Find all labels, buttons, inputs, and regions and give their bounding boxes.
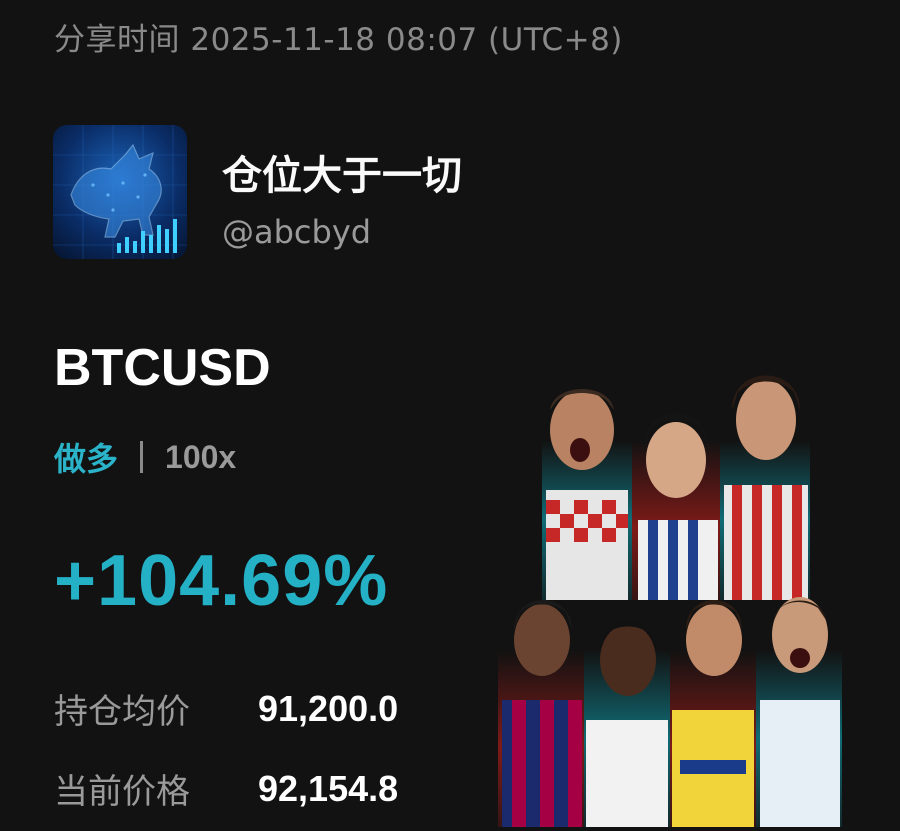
profile-name: 仓位大于一切 [222,153,462,199]
stat-row-avg-price: 持仓均价 91,200.0 [54,684,398,733]
stat-label: 当前价格 [54,772,190,812]
stat-value: 92,154.8 [258,767,399,809]
avatar [53,125,187,259]
stat-label: 持仓均价 [54,692,190,732]
profile-handle: @abcbyd [222,213,372,251]
trading-symbol: BTCUSD [54,339,271,397]
football-players-collage-image [488,290,900,827]
promo-image [488,290,900,827]
leverage-value: 100x [165,438,237,475]
share-time: 分享时间 2025-11-18 08:07 (UTC+8) [54,14,623,59]
position-meta: 做多 100x [54,436,237,479]
bull-chart-icon [53,125,187,259]
stat-row-current-price: 当前价格 92,154.8 [54,764,398,813]
stat-value: 91,200.0 [258,687,399,729]
share-time-label: 分享时间 [54,22,180,58]
divider [140,441,144,473]
roi-value: +104.69% [54,541,389,621]
share-time-value: 2025-11-18 08:07 (UTC+8) [190,22,623,58]
direction-badge: 做多 [54,440,119,478]
